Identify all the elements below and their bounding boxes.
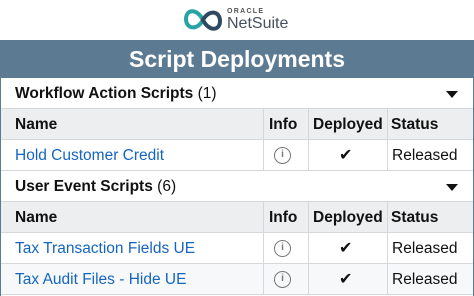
table-row: Hold Customer Credit i ✔ Released bbox=[1, 140, 473, 171]
info-icon[interactable]: i bbox=[274, 147, 291, 164]
column-divider bbox=[387, 109, 388, 139]
column-header-info: Info bbox=[269, 116, 298, 133]
column-divider bbox=[308, 264, 309, 294]
netsuite-logo-icon bbox=[183, 8, 223, 31]
script-link[interactable]: Hold Customer Credit bbox=[15, 147, 164, 164]
column-header-deployed: Deployed bbox=[313, 209, 383, 226]
section-count: (6) bbox=[157, 178, 177, 195]
column-divider bbox=[387, 202, 388, 232]
column-header-deployed: Deployed bbox=[313, 116, 383, 133]
column-divider bbox=[387, 264, 388, 294]
oracle-wordmark: ORACLE bbox=[227, 7, 265, 15]
page-title: Script Deployments bbox=[129, 46, 345, 72]
column-header-status: Status bbox=[391, 116, 439, 133]
section-header-workflow-action-scripts[interactable]: Workflow Action Scripts (1) bbox=[1, 78, 473, 109]
section-title: User Event Scripts (6) bbox=[15, 171, 176, 202]
column-divider bbox=[263, 264, 264, 294]
column-header-name: Name bbox=[15, 116, 58, 133]
status-text: Released bbox=[392, 147, 458, 164]
column-header-name: Name bbox=[15, 209, 58, 226]
section-title-text: Workflow Action Scripts bbox=[15, 85, 194, 102]
status-text: Released bbox=[392, 240, 458, 257]
column-divider bbox=[263, 202, 264, 232]
script-name-cell: Hold Customer Credit bbox=[15, 140, 164, 171]
deployed-checkmark: ✔ bbox=[339, 147, 353, 164]
column-divider bbox=[308, 140, 309, 170]
netsuite-logo: ORACLE NetSuite bbox=[183, 3, 288, 36]
info-icon[interactable]: i bbox=[274, 240, 291, 257]
title-bar: Script Deployments bbox=[0, 40, 474, 78]
column-divider bbox=[263, 140, 264, 170]
script-link[interactable]: Tax Audit Files - Hide UE bbox=[15, 271, 186, 288]
info-icon[interactable]: i bbox=[274, 271, 291, 288]
brand-header: ORACLE NetSuite bbox=[0, 0, 474, 40]
table-row: Tax Audit Files - Hide UE i ✔ Released bbox=[1, 264, 473, 295]
section-title-text: User Event Scripts bbox=[15, 178, 153, 195]
column-divider bbox=[387, 140, 388, 170]
column-header-row: Name Info Deployed Status bbox=[1, 109, 473, 140]
column-header-row: Name Info Deployed Status bbox=[1, 202, 473, 233]
section-count: (1) bbox=[197, 85, 217, 102]
deployments-panel: Workflow Action Scripts (1) Name Info De… bbox=[0, 78, 474, 296]
deployed-checkmark: ✔ bbox=[339, 240, 353, 257]
column-divider bbox=[308, 233, 309, 263]
script-link[interactable]: Tax Transaction Fields UE bbox=[15, 240, 195, 257]
netsuite-wordmark: NetSuite bbox=[227, 14, 289, 32]
column-divider bbox=[263, 109, 264, 139]
column-divider bbox=[387, 233, 388, 263]
section-title: Workflow Action Scripts (1) bbox=[15, 78, 217, 109]
column-divider bbox=[308, 109, 309, 139]
script-name-cell: Tax Transaction Fields UE bbox=[15, 233, 195, 264]
deployed-checkmark: ✔ bbox=[339, 271, 353, 288]
column-divider bbox=[308, 202, 309, 232]
column-header-status: Status bbox=[391, 209, 439, 226]
status-text: Released bbox=[392, 271, 458, 288]
chevron-down-icon[interactable] bbox=[446, 91, 458, 98]
script-name-cell: Tax Audit Files - Hide UE bbox=[15, 264, 186, 295]
column-header-info: Info bbox=[269, 209, 298, 226]
table-row: Tax Transaction Fields UE i ✔ Released bbox=[1, 233, 473, 264]
column-divider bbox=[263, 233, 264, 263]
section-header-user-event-scripts[interactable]: User Event Scripts (6) bbox=[1, 171, 473, 202]
chevron-down-icon[interactable] bbox=[446, 184, 458, 191]
